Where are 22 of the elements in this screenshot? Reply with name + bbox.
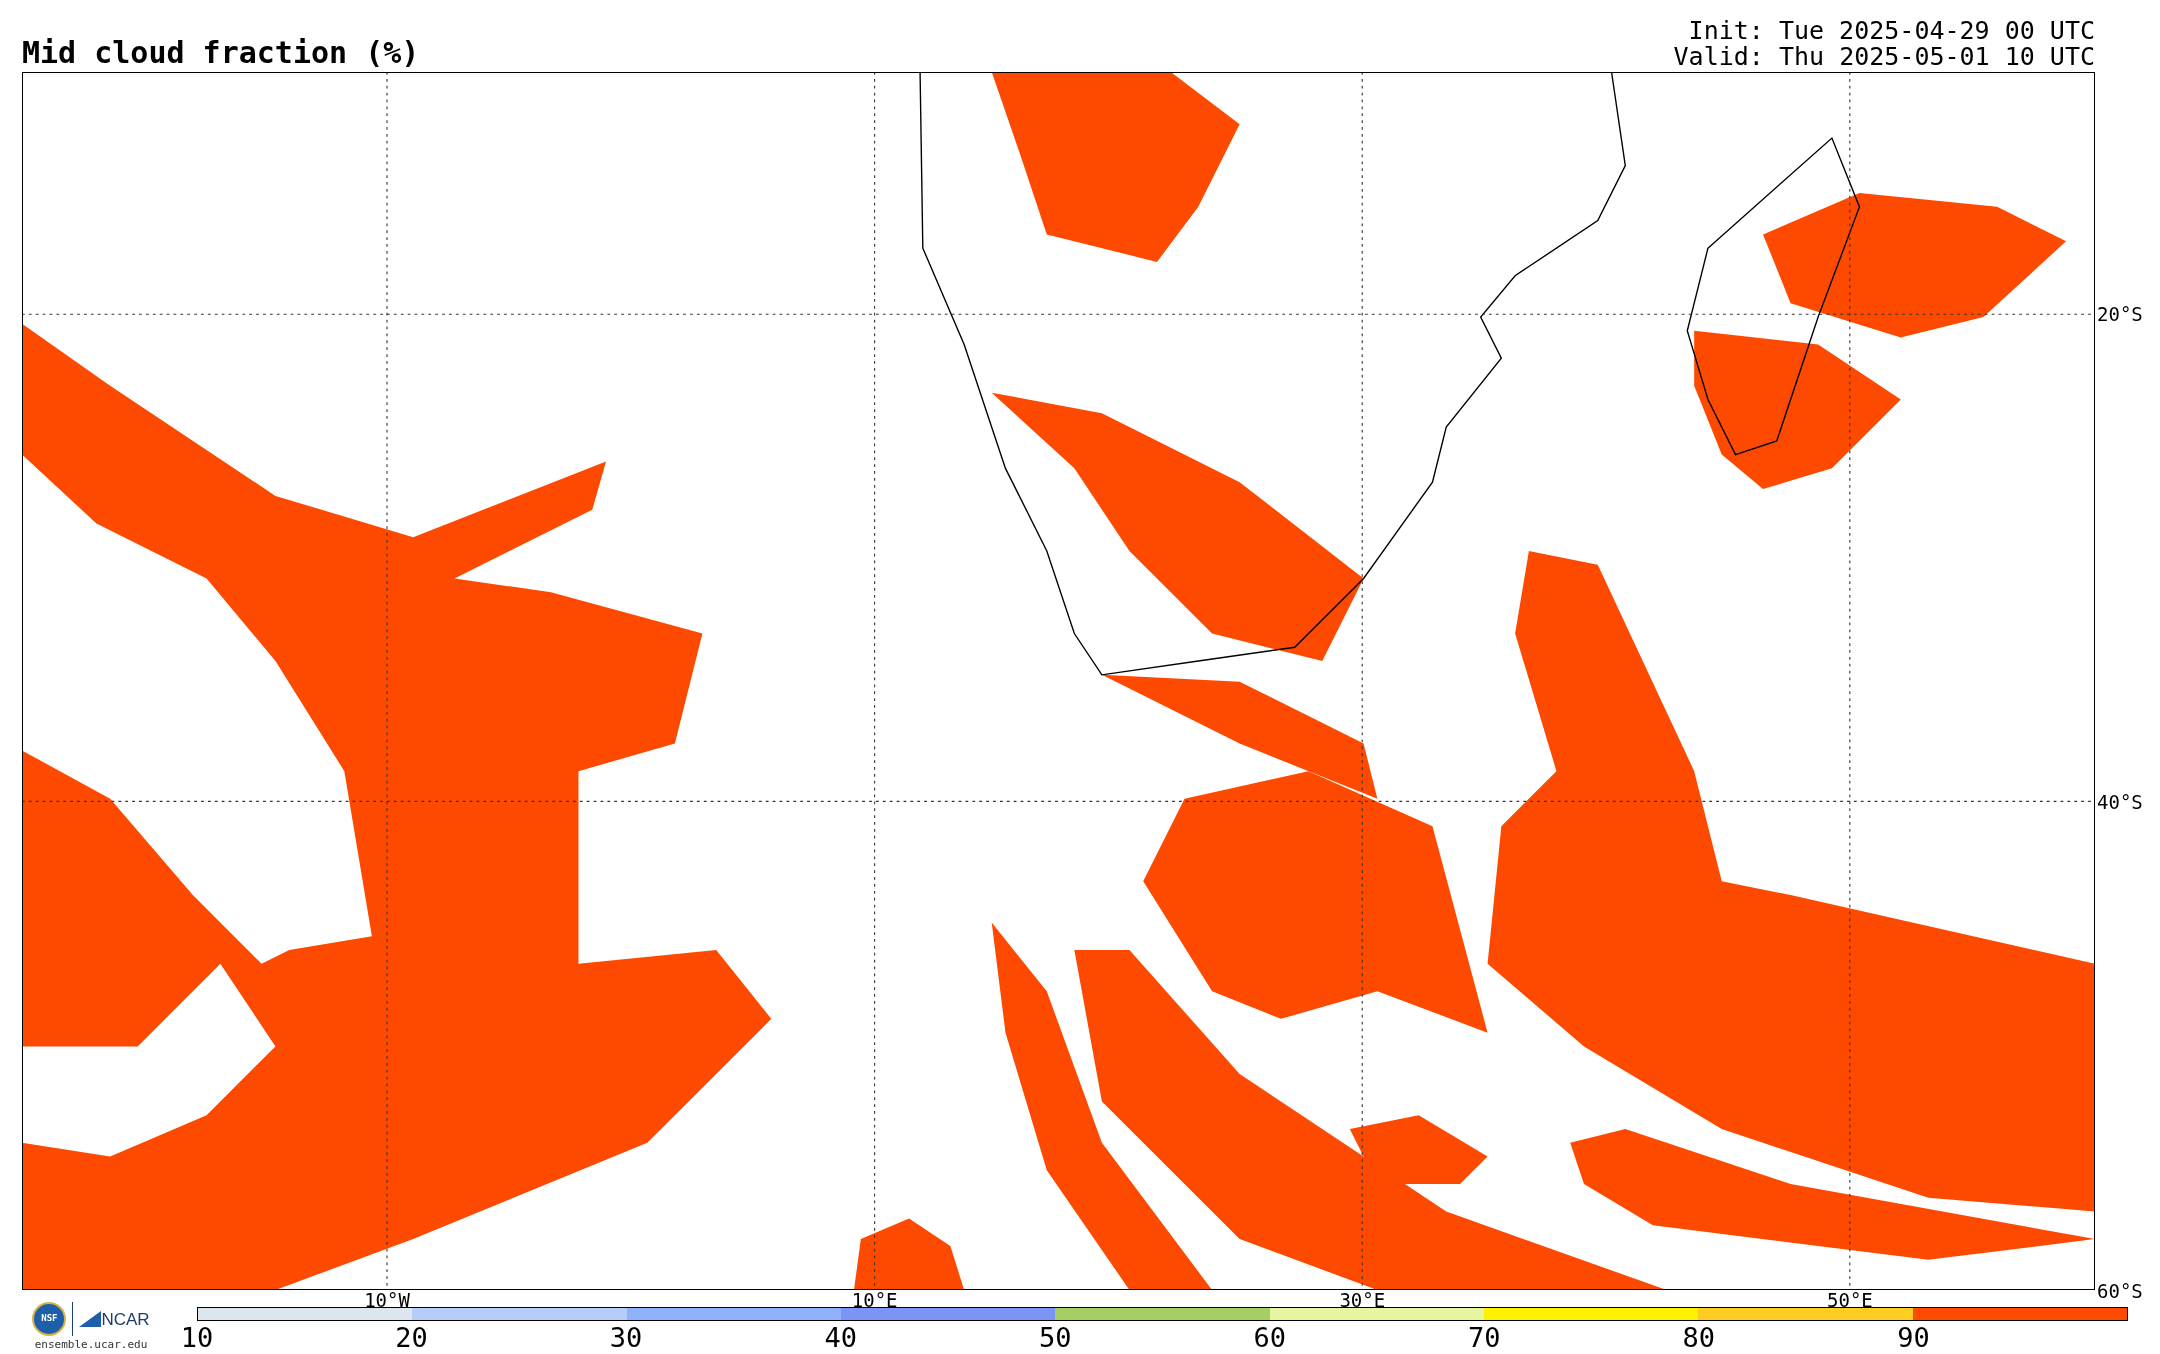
colorbar-tick-label: 50 bbox=[1038, 1324, 1072, 1351]
chart-title: Mid cloud fraction (%) bbox=[22, 38, 420, 68]
colorbar-tick-label: 60 bbox=[1253, 1324, 1286, 1351]
colorbar-tick-label: 80 bbox=[1682, 1324, 1716, 1351]
valid-time: Valid: Thu 2025-05-01 10 UTC bbox=[1673, 44, 2095, 70]
longitude-label: 50°E bbox=[1827, 1291, 1873, 1310]
colorbar-tick-label: 30 bbox=[609, 1324, 643, 1351]
nsf-logo: NSF bbox=[32, 1302, 67, 1336]
colorbar-tick-label: 70 bbox=[1468, 1324, 1501, 1351]
longitude-label: 10°E bbox=[851, 1291, 898, 1310]
latitude-label: 20°S bbox=[2097, 304, 2143, 324]
website-url: ensemble.ucar.edu bbox=[34, 1338, 148, 1351]
colorbar-tick-label: 10 bbox=[180, 1324, 214, 1351]
ncar-logo: NCAR bbox=[101, 1310, 150, 1328]
colorbar-tick-label: 40 bbox=[824, 1324, 857, 1351]
longitude-label: 10°W bbox=[364, 1291, 410, 1310]
colorbar-tick-label: 90 bbox=[1897, 1324, 1930, 1351]
colorbar-tick-label: 20 bbox=[395, 1324, 428, 1351]
latitude-label: 40°S bbox=[2097, 792, 2143, 812]
longitude-label: 30°E bbox=[1339, 1291, 1386, 1310]
latitude-label: 60°S bbox=[2097, 1281, 2143, 1301]
init-time: Init: Tue 2025-04-29 00 UTC bbox=[1688, 18, 2095, 44]
